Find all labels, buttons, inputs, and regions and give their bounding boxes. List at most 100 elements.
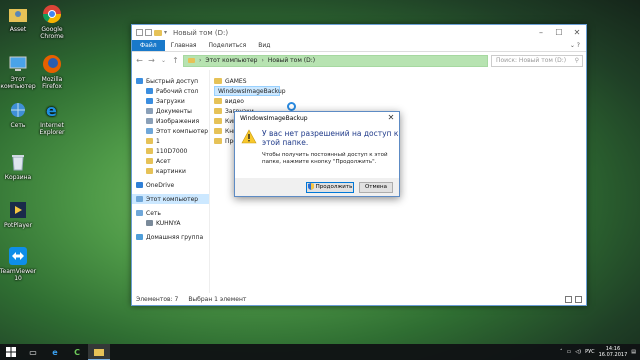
tab-home[interactable]: Главная: [165, 40, 203, 51]
properties-icon[interactable]: [136, 29, 143, 36]
desktop-icon-ie[interactable]: e Internet Explorer: [34, 100, 70, 136]
taskbar-ie-icon[interactable]: e: [44, 344, 66, 360]
list-item[interactable]: видео: [214, 96, 280, 106]
folder-icon: [214, 78, 222, 84]
breadcrumb-this-pc[interactable]: Этот компьютер: [205, 57, 257, 64]
recent-locations-button[interactable]: ⌄: [159, 57, 168, 64]
new-folder-icon[interactable]: [154, 29, 162, 36]
nav-item-icon: [146, 158, 153, 164]
desktop-icon-this-pc[interactable]: Этот компьютер: [0, 54, 36, 90]
nav-item[interactable]: Быстрый доступ: [132, 76, 209, 86]
nav-item-label: Асет: [156, 157, 171, 165]
dialog-message: Чтобы получить постоянный доступ к этой …: [262, 152, 388, 165]
nav-item[interactable]: Изображения: [132, 116, 209, 126]
continue-label: Продолжить: [315, 184, 353, 190]
desktop-icon-asset[interactable]: Asset: [0, 4, 36, 33]
busy-cursor-icon: [287, 102, 296, 111]
nav-item[interactable]: Рабочий стол: [132, 86, 209, 96]
nav-item[interactable]: OneDrive: [132, 180, 209, 190]
nav-item[interactable]: Загрузки: [132, 96, 209, 106]
large-icons-view-icon[interactable]: [575, 295, 582, 303]
drive-icon: [188, 58, 195, 63]
desktop-icon-chrome[interactable]: Google Chrome: [34, 4, 70, 40]
search-icon: ⚲: [574, 57, 579, 64]
nav-item-icon: [146, 108, 153, 114]
nav-item[interactable]: Домашняя группа: [132, 232, 209, 242]
taskbar-explorer-icon[interactable]: [88, 344, 110, 360]
nav-item[interactable]: 110D7000: [132, 146, 209, 156]
tab-share[interactable]: Поделиться: [203, 40, 253, 51]
file-name: GAMES: [225, 77, 247, 85]
desktop-icon-network[interactable]: Сеть: [0, 100, 36, 129]
nav-item[interactable]: картинки: [132, 166, 209, 176]
nav-item-label: Загрузки: [156, 97, 185, 105]
notifications-icon[interactable]: ▤: [631, 349, 636, 355]
expand-ribbon-icon[interactable]: ⌄ ?: [564, 40, 586, 51]
maximize-button[interactable]: ☐: [550, 25, 568, 40]
folder-icon: [214, 98, 222, 104]
nav-item[interactable]: 1: [132, 136, 209, 146]
minimize-button[interactable]: –: [532, 25, 550, 40]
list-item[interactable]: WindowsImageBackup: [214, 86, 286, 96]
navigation-pane[interactable]: Быстрый доступ Рабочий стол Загрузки Докуме…: [132, 70, 210, 293]
quick-access-toolbar: ▾: [136, 29, 167, 36]
close-button[interactable]: ✕: [568, 25, 586, 40]
search-input[interactable]: Поиск: Новый том (D:) ⚲: [491, 54, 583, 67]
nav-item[interactable]: KUHNYA: [132, 218, 209, 228]
nav-item[interactable]: Этот компьютер: [132, 194, 209, 204]
desktop-icon-potplayer[interactable]: PotPlayer: [0, 200, 36, 229]
window-title: Новый том (D:): [173, 28, 229, 37]
nav-item-label: 110D7000: [156, 147, 188, 155]
chevron-down-icon[interactable]: ▾: [164, 29, 167, 36]
language-indicator[interactable]: РУС: [585, 349, 595, 355]
nav-item-icon: [136, 182, 143, 188]
nav-item-icon: [146, 148, 153, 154]
up-button[interactable]: ↑: [171, 56, 180, 65]
nav-item-label: Домашняя группа: [146, 233, 204, 241]
details-view-icon[interactable]: [565, 295, 572, 303]
start-button[interactable]: [0, 344, 22, 360]
nav-item-icon: [146, 168, 153, 174]
checkbox-icon[interactable]: [145, 29, 152, 36]
nav-item-icon: [146, 88, 153, 94]
nav-item[interactable]: Асет: [132, 156, 209, 166]
task-view-button[interactable]: ▭: [22, 344, 44, 360]
clock[interactable]: 14:16 16.07.2017: [599, 346, 628, 358]
nav-item-icon: [146, 98, 153, 104]
breadcrumb-drive[interactable]: Новый том (D:): [268, 57, 315, 64]
desktop-icon-label: PotPlayer: [3, 222, 33, 229]
teamviewer-icon: [8, 246, 28, 266]
tab-file[interactable]: Файл: [132, 40, 165, 51]
volume-icon[interactable]: ◁): [575, 349, 581, 355]
taskbar-camtasia-icon[interactable]: C: [66, 344, 88, 360]
nav-item[interactable]: Документы: [132, 106, 209, 116]
selection-count: Выбран 1 элемент: [188, 295, 247, 303]
firefox-icon: [42, 54, 62, 74]
desktop-icon-label: Сеть: [10, 122, 26, 129]
taskbar: ▭ e C ˄ ▭ ◁) РУС 14:16 16.07.2017 ▤: [0, 344, 640, 360]
cancel-button[interactable]: Отмена: [359, 181, 393, 193]
nav-item[interactable]: Сеть: [132, 208, 209, 218]
breadcrumb-separator: ›: [261, 57, 264, 64]
warning-icon: [241, 129, 257, 166]
list-item[interactable]: GAMES: [214, 76, 280, 86]
address-bar[interactable]: › Этот компьютер › Новый том (D:): [183, 54, 488, 67]
title-bar[interactable]: ▾ Новый том (D:) – ☐ ✕: [132, 25, 586, 40]
back-button[interactable]: ←: [135, 56, 144, 65]
nav-item[interactable]: Этот компьютер: [132, 126, 209, 136]
nav-item-icon: [146, 220, 153, 226]
nav-item-icon: [136, 78, 143, 84]
desktop-icon-teamviewer[interactable]: TeamViewer 10: [0, 246, 36, 282]
chevron-up-icon[interactable]: ˄: [560, 349, 563, 355]
tab-view[interactable]: Вид: [252, 40, 276, 51]
desktop-icon-recycle-bin[interactable]: Корзина: [0, 152, 36, 181]
continue-button[interactable]: Продолжить: [306, 181, 354, 193]
desktop-icon-firefox[interactable]: Mozilla Firefox: [34, 54, 70, 90]
desktop-icon-label: Mozilla Firefox: [41, 76, 63, 90]
dialog-close-button[interactable]: ✕: [386, 113, 396, 122]
folder-user-icon: [8, 4, 28, 24]
forward-button[interactable]: →: [147, 56, 156, 65]
network-tray-icon[interactable]: ▭: [567, 349, 572, 355]
desktop-icon-label: TeamViewer 10: [0, 268, 37, 282]
permission-dialog[interactable]: WindowsImageBackup ✕ У вас нет разрешени…: [234, 111, 400, 197]
